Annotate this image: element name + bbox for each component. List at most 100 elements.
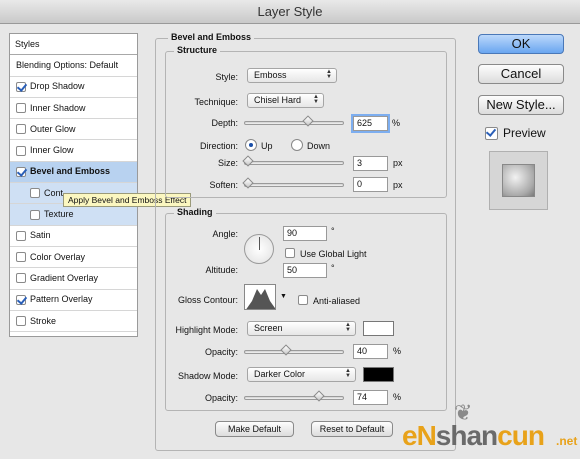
style-item-checkbox[interactable] [16,273,26,284]
size-field[interactable]: 3 [353,156,388,171]
style-item-label: Cont [44,187,64,198]
reset-default-button[interactable]: Reset to Default [311,421,393,437]
preview-thumbnail [489,151,548,210]
direction-down-radio[interactable] [291,139,303,151]
highlight-mode-value: Screen [254,323,283,333]
highlight-color-swatch[interactable] [363,321,394,336]
soften-slider[interactable] [244,183,344,187]
altitude-field[interactable]: 50 [283,263,327,278]
angle-unit: ° [331,226,335,236]
highlight-mode-select[interactable]: Screen ▲ ▼ [247,321,356,336]
style-item[interactable]: Satin [10,226,137,247]
ok-button[interactable]: OK [478,34,564,54]
size-unit: px [393,158,403,168]
style-item-label: Inner Shadow [30,102,86,113]
shadow-opacity-label: Opacity: [204,393,238,403]
direction-up-label: Up [261,141,273,151]
styles-header[interactable]: Styles [10,34,137,56]
highlight-opacity-label: Opacity: [204,347,238,357]
gloss-contour-picker[interactable] [244,284,276,310]
technique-select-value: Chisel Hard [254,95,302,105]
select-arrows-icon: ▲ ▼ [345,322,351,333]
style-item-checkbox[interactable] [16,81,26,92]
highlight-mode-label: Highlight Mode: [175,325,238,335]
style-item[interactable]: Bevel and Emboss [10,161,137,184]
style-select[interactable]: Emboss ▲ ▼ [247,68,337,83]
window-title: Layer Style [0,0,580,24]
make-default-button[interactable]: Make Default [215,421,294,437]
size-slider[interactable] [244,161,344,165]
style-item-checkbox[interactable] [30,209,40,220]
global-light-label: Use Global Light [300,249,367,259]
watermark-suffix: .net [556,434,578,448]
style-item-label: Outer Glow [30,123,76,134]
style-item-checkbox[interactable] [16,103,26,114]
technique-select[interactable]: Chisel Hard ▲ ▼ [247,93,324,108]
shadow-mode-select[interactable]: Darker Color ▲ ▼ [247,367,356,382]
shadow-color-swatch[interactable] [363,367,394,382]
style-item[interactable]: Pattern Overlay [10,290,137,311]
technique-label: Technique: [194,97,238,107]
depth-field[interactable]: 625 [353,116,388,131]
direction-up-radio[interactable] [245,139,257,151]
soften-field[interactable]: 0 [353,177,388,192]
style-item-checkbox[interactable] [16,294,26,305]
style-item[interactable]: Gradient Overlay [10,268,137,290]
style-item[interactable]: Blending Options: Default [10,55,137,77]
structure-title: Structure [174,45,221,55]
style-item-checkbox[interactable] [16,316,26,326]
new-style-button[interactable]: New Style... [478,95,564,115]
anti-aliased-checkbox[interactable] [298,295,308,305]
soften-unit: px [393,180,403,190]
style-item[interactable]: Inner Shadow [10,98,137,120]
select-arrows-icon: ▲ ▼ [313,94,319,105]
preview-label: Preview [503,126,546,140]
global-light-checkbox[interactable] [285,248,295,258]
angle-label: Angle: [212,229,238,239]
style-item-checkbox[interactable] [16,124,26,135]
style-item-checkbox[interactable] [16,166,26,177]
angle-dial[interactable] [244,234,274,264]
shadow-opacity-slider[interactable] [244,396,344,400]
style-item-label: Stroke [30,315,57,326]
altitude-label: Altitude: [205,265,238,275]
style-item-label: Color Overlay [30,251,86,262]
anti-aliased-label: Anti-aliased [313,296,361,306]
style-item-checkbox[interactable] [16,252,26,263]
altitude-unit: ° [331,263,335,273]
style-item-checkbox[interactable] [16,230,26,241]
select-arrows-icon: ▲ ▼ [345,368,351,379]
style-item-label: Texture [44,209,74,220]
style-item[interactable]: Inner Glow [10,140,137,162]
highlight-opacity-slider[interactable] [244,350,344,354]
select-arrows-icon: ▲ ▼ [326,69,332,80]
highlight-opacity-field[interactable]: 40 [353,344,388,359]
direction-down-label: Down [307,141,331,151]
style-item[interactable]: Drop Shadow [10,77,137,98]
shadow-mode-label: Shadow Mode: [177,371,238,381]
watermark-logo: ❦ eNshancun .net [396,400,580,459]
cancel-button[interactable]: Cancel [478,64,564,84]
styles-list: Styles Blending Options: Default Drop Sha… [9,33,138,337]
depth-slider[interactable] [244,121,344,125]
style-item-label: Inner Glow [30,145,74,156]
style-item[interactable]: Stroke [10,311,137,333]
preview-checkbox[interactable] [485,127,498,140]
style-label: Style: [215,72,238,82]
style-item[interactable]: Color Overlay [10,247,137,269]
style-item-checkbox[interactable] [16,145,26,156]
shadow-opacity-field[interactable]: 74 [353,390,388,405]
layer-style-dialog: Layer Style Styles Blending Options: Def… [0,0,580,459]
direction-label: Direction: [199,141,238,151]
style-item[interactable]: Texture [10,204,137,226]
style-item-label: Bevel and Emboss [30,166,111,177]
style-item-label: Blending Options: Default [16,59,119,70]
contour-curve-icon [246,289,275,309]
preview-image [502,164,535,197]
chevron-down-icon[interactable]: ▼ [280,293,287,300]
style-item[interactable]: Outer Glow [10,119,137,141]
bevel-emboss-title: Bevel and Emboss [168,32,255,42]
angle-field[interactable]: 90 [283,226,327,241]
size-label: Size: [217,158,238,168]
style-item-checkbox[interactable] [30,188,40,199]
